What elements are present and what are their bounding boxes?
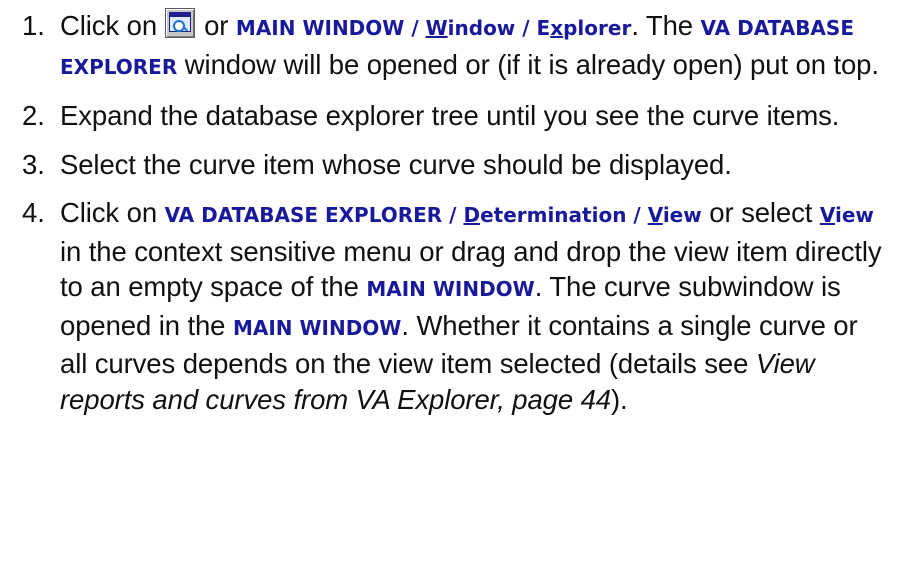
explorer-label: E — [536, 16, 551, 40]
window-mnemonic: W — [425, 16, 448, 40]
step-text: Expand the database explorer tree until … — [60, 100, 840, 131]
list-item: 1. Click on or MAIN WINDOW / Window / Ex… — [22, 8, 882, 85]
db-explorer-label: VA DATABASE EXPLORER — [164, 203, 443, 227]
view-mnemonic: V — [647, 203, 663, 227]
instruction-list: 1. Click on or MAIN WINDOW / Window / Ex… — [22, 8, 882, 430]
determination-label: etermination — [480, 203, 627, 227]
path-separator: / — [442, 203, 464, 227]
step-number: 2. — [22, 100, 45, 131]
view-label: iew — [835, 203, 874, 227]
magnifier-handle — [182, 26, 188, 32]
main-window-label: MAIN WINDOW — [235, 16, 405, 40]
explorer-mnemonic: x — [550, 16, 564, 40]
document-page: 1. Click on or MAIN WINDOW / Window / Ex… — [0, 0, 899, 569]
step-text: or select — [709, 197, 813, 228]
step-text: or — [204, 10, 229, 41]
title-bar — [169, 13, 190, 17]
main-window-label: MAIN WINDOW — [232, 315, 402, 340]
path-separator: / — [404, 16, 426, 40]
window-icon — [168, 12, 191, 32]
view-label: iew — [662, 203, 702, 227]
view-menu-label: View — [820, 203, 874, 227]
main-window-label: MAIN WINDOW — [366, 277, 535, 301]
explorer-toolbar-icon[interactable] — [164, 8, 195, 38]
step-text: ). — [611, 383, 628, 415]
step-number: 3. — [22, 148, 45, 180]
step-number: 1. — [22, 10, 45, 41]
step-number: 4. — [22, 197, 45, 228]
step-text: . The — [631, 10, 693, 41]
path-separator: / — [515, 16, 537, 40]
list-item: 2. Expand the database explorer tree unt… — [22, 98, 882, 134]
step-text: Click on — [60, 10, 158, 41]
step-text: Click on — [60, 197, 158, 228]
menu-path: MAIN WINDOW / Window / Explorer — [236, 16, 631, 40]
step-text: Select the curve item whose curve should… — [60, 148, 732, 180]
list-item: 3. Select the curve item whose curve sho… — [22, 147, 882, 183]
path-separator: / — [626, 203, 648, 227]
step-text: window will be opened or (if it is alrea… — [184, 48, 879, 80]
magnifier-icon — [172, 20, 185, 32]
explorer-label: plorer — [563, 16, 632, 40]
determination-mnemonic: D — [463, 203, 481, 227]
menu-path: VA DATABASE EXPLORER / Determination / V… — [165, 203, 702, 227]
list-item: 4. Click on VA DATABASE EXPLORER / Deter… — [22, 195, 882, 417]
window-label: indow — [447, 16, 516, 40]
view-mnemonic: V — [819, 203, 835, 227]
